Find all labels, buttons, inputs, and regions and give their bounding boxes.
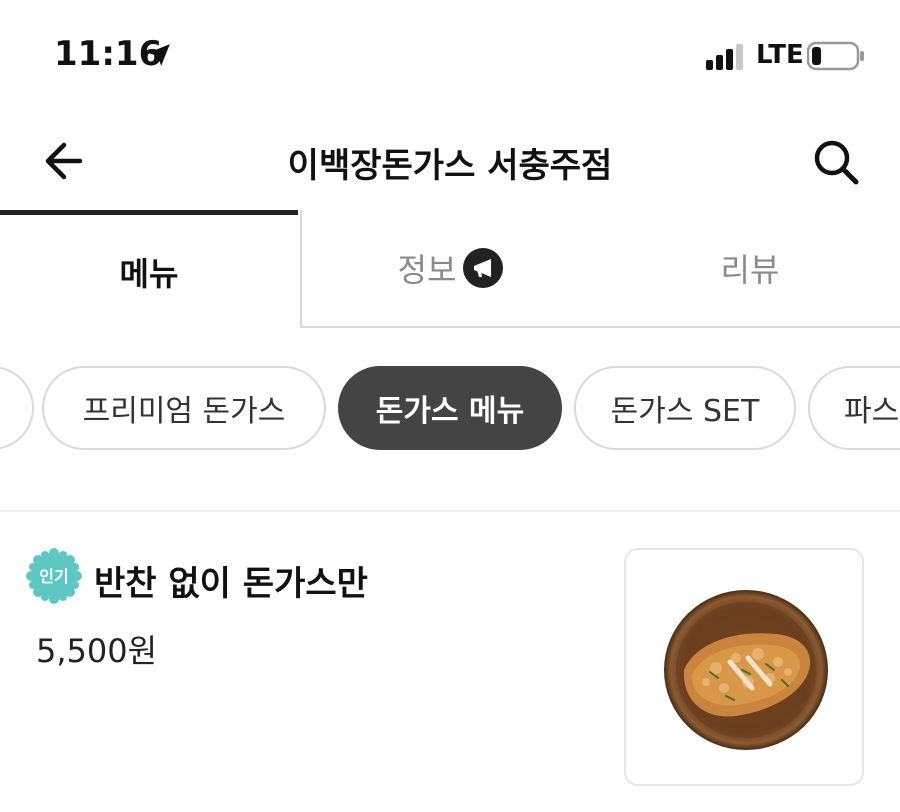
- tab-review[interactable]: 리뷰: [600, 210, 900, 328]
- tab-bar: 메뉴 정보 리뷰: [0, 210, 900, 330]
- category-chip-label: 돈가스 SET: [610, 394, 760, 429]
- battery-icon: [807, 41, 864, 71]
- tab-menu-label: 메뉴: [119, 254, 179, 293]
- search-button[interactable]: [808, 136, 864, 188]
- tab-info[interactable]: 정보: [300, 210, 600, 328]
- location-arrow-icon: [148, 44, 170, 66]
- category-chip-label: 프리미엄 돈가스: [82, 394, 286, 429]
- app-header: 이백장돈가스 서충주점: [0, 118, 900, 204]
- menu-item-row[interactable]: 인기 반찬 없이 돈가스만 5,500원: [0, 512, 900, 812]
- category-chip[interactable]: [0, 366, 34, 450]
- menu-item-name: 반찬 없이 돈가스만: [94, 564, 368, 604]
- popular-badge-icon: 인기: [26, 548, 82, 604]
- tab-info-label: 정보: [397, 251, 457, 289]
- category-chip-donkatsu-menu[interactable]: 돈가스 메뉴: [338, 366, 562, 450]
- tab-review-label: 리뷰: [720, 251, 780, 289]
- category-chip-donkatsu-set[interactable]: 돈가스 SET: [574, 366, 796, 450]
- search-icon: [814, 140, 859, 185]
- signal-icon: [706, 44, 743, 70]
- tonkatsu-plate-image: [664, 590, 828, 750]
- category-chip-premium[interactable]: 프리미엄 돈가스: [42, 366, 326, 450]
- menu-item-price: 5,500원: [36, 632, 158, 670]
- page-title: 이백장돈가스 서충주점: [287, 146, 613, 186]
- megaphone-icon: [463, 248, 504, 288]
- category-chip-pasta[interactable]: 파스: [808, 366, 900, 450]
- badge-label: 인기: [39, 567, 68, 586]
- tab-menu[interactable]: 메뉴: [0, 210, 298, 328]
- status-bar: 11:16 LTE: [0, 0, 900, 110]
- category-chip-row: 프리미엄 돈가스 돈가스 메뉴 돈가스 SET 파스: [0, 366, 900, 454]
- menu-item-thumbnail[interactable]: [624, 548, 864, 786]
- network-type: LTE: [756, 40, 804, 70]
- category-chip-label: 파스: [844, 394, 900, 429]
- category-chip-label: 돈가스 메뉴: [375, 394, 525, 429]
